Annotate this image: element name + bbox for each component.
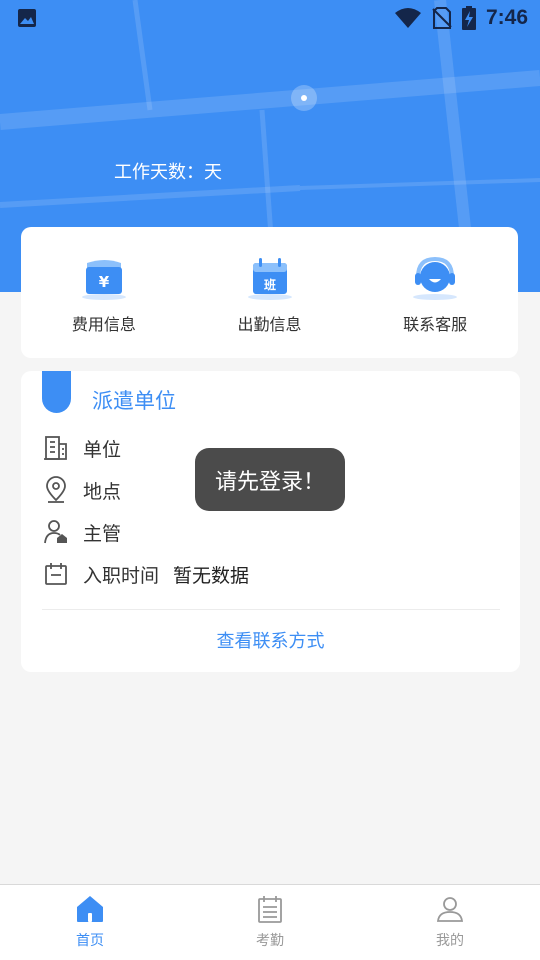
supervisor-label: 主管 xyxy=(83,522,122,545)
location-row: 地点 xyxy=(43,475,135,505)
home-icon xyxy=(77,896,103,922)
no-sim-icon xyxy=(432,7,452,29)
supervisor-icon xyxy=(44,520,67,544)
unit-row: 单位 xyxy=(43,433,135,463)
battery-charging-icon xyxy=(461,6,476,30)
section-marker xyxy=(42,371,71,413)
fee-wallet-icon: ¥ xyxy=(81,260,126,300)
status-bar: 7:46 xyxy=(0,0,540,36)
view-contact-link[interactable]: 查看联系方式 xyxy=(21,627,520,653)
location-label: 地点 xyxy=(83,480,122,503)
attendance-calendar-icon: 班 xyxy=(247,258,292,300)
calendar-icon xyxy=(45,563,67,585)
toast-message: 请先登录！ xyxy=(214,469,325,495)
quick-action-customer-service[interactable]: 联系客服 xyxy=(352,227,518,358)
hire-date-row: 入职时间 暂无数据 xyxy=(43,559,249,589)
status-icons: 7:46 xyxy=(394,4,528,32)
login-toast: 请先登录！ xyxy=(195,448,345,511)
svg-text:班: 班 xyxy=(263,277,275,292)
tab-label: 首页 xyxy=(76,933,104,949)
dispatch-unit-card: 派遣单位 单位 地点 主管 入职时间 暂无数据 查看联系方式 xyxy=(21,371,520,672)
hire-date-label: 入职时间 xyxy=(83,564,160,587)
quick-action-label: 出勤信息 xyxy=(237,315,302,334)
unit-label: 单位 xyxy=(83,438,122,461)
bottom-tab-bar: 首页 考勤 我的 xyxy=(0,884,540,960)
attendance-icon xyxy=(258,896,282,923)
tab-attendance[interactable]: 考勤 xyxy=(180,885,360,960)
work-days-label: 工作天数：天 xyxy=(114,162,222,183)
tab-label: 考勤 xyxy=(256,933,284,949)
quick-action-attendance-info[interactable]: 班 出勤信息 xyxy=(187,227,353,358)
svg-text:¥: ¥ xyxy=(99,273,110,291)
building-icon xyxy=(44,436,67,460)
quick-action-label: 联系客服 xyxy=(403,315,468,334)
wifi-icon xyxy=(394,8,421,28)
section-title: 派遣单位 xyxy=(92,389,176,413)
tab-home[interactable]: 首页 xyxy=(0,885,180,960)
divider xyxy=(42,609,500,610)
hire-date-value: 暂无数据 xyxy=(173,564,250,587)
location-pin-icon xyxy=(46,476,66,503)
image-icon xyxy=(18,9,36,27)
current-location-marker xyxy=(291,85,317,111)
profile-icon xyxy=(436,897,464,922)
quick-action-label: 费用信息 xyxy=(71,315,136,334)
tab-profile[interactable]: 我的 xyxy=(360,885,540,960)
tab-label: 我的 xyxy=(436,933,464,949)
quick-actions-card: ¥ 费用信息 班 出勤信息 联系客服 xyxy=(21,227,518,358)
supervisor-row: 主管 xyxy=(43,517,135,547)
status-time: 7:46 xyxy=(485,6,528,29)
quick-action-fee-info[interactable]: ¥ 费用信息 xyxy=(21,227,187,358)
customer-service-icon xyxy=(413,256,458,300)
